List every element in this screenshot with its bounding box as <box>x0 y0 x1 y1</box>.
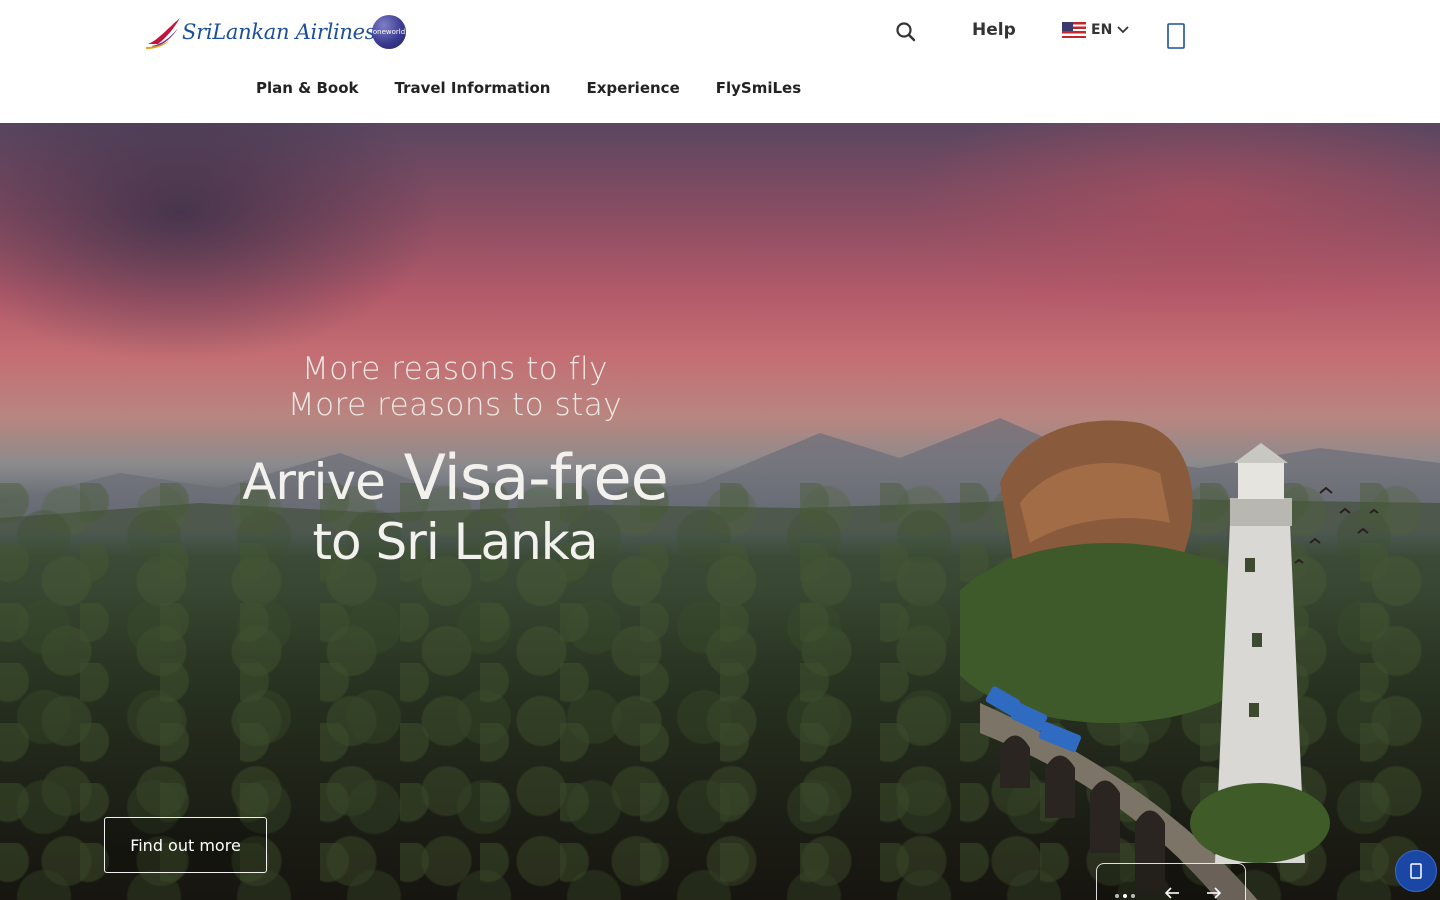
carousel-prev-button[interactable] <box>1163 884 1181 900</box>
oneworld-badge[interactable]: oneworld <box>372 15 406 49</box>
carousel-controls <box>1096 863 1246 900</box>
hero-headline-visa-free: Visa-free <box>403 441 669 514</box>
nav-plan-and-book[interactable]: Plan & Book <box>256 79 358 97</box>
hero-tagline: More reasons to stay <box>287 387 623 423</box>
carousel-dot[interactable] <box>1131 894 1135 898</box>
nav-flysmiles[interactable]: FlySmiLes <box>716 79 801 97</box>
peacock-logo-icon <box>146 18 180 49</box>
chat-button[interactable] <box>1395 850 1437 892</box>
arrow-left-icon <box>1164 887 1179 899</box>
nav-travel-information[interactable]: Travel Information <box>394 79 550 97</box>
airline-logo[interactable]: SriLankan Airlines <box>144 12 376 52</box>
hero-headline-arrive: Arrive <box>242 453 386 511</box>
language-selector[interactable]: EN <box>1062 22 1129 38</box>
language-code: EN <box>1091 22 1113 38</box>
arrow-right-icon <box>1207 887 1222 899</box>
hero-headline-destination: to Sri Lanka <box>312 513 598 571</box>
hero-headline-block: More reasons to fly More reasons to stay… <box>200 351 710 569</box>
account-button[interactable] <box>1166 22 1186 50</box>
help-link[interactable]: Help <box>972 20 1016 40</box>
main-nav: Plan & Book Travel Information Experienc… <box>256 79 801 97</box>
nav-experience[interactable]: Experience <box>586 79 679 97</box>
site-header: SriLankan Airlines oneworld Help EN Plan… <box>0 0 1440 123</box>
user-icon <box>1167 23 1185 49</box>
carousel-next-button[interactable] <box>1205 884 1223 900</box>
lighthouse-train-scene-image <box>960 420 1379 900</box>
chat-icon <box>1410 863 1422 879</box>
brand-name: SriLankan Airlines <box>182 20 376 44</box>
carousel-dot[interactable] <box>1115 894 1119 898</box>
hero-banner: More reasons to fly More reasons to stay… <box>0 123 1440 900</box>
us-flag-icon <box>1062 22 1086 38</box>
hero-cloud <box>900 123 1440 323</box>
search-button[interactable] <box>893 19 919 45</box>
find-out-more-button[interactable]: Find out more <box>104 817 267 873</box>
hero-headline: Arrive Visa-free <box>200 445 710 515</box>
chevron-down-icon <box>1117 26 1129 34</box>
carousel-dot-active[interactable] <box>1123 894 1127 898</box>
hero-tagline: More reasons to fly <box>302 351 608 387</box>
search-icon <box>896 22 916 42</box>
carousel-dots <box>1115 894 1135 898</box>
hero-cloud <box>0 123 440 363</box>
